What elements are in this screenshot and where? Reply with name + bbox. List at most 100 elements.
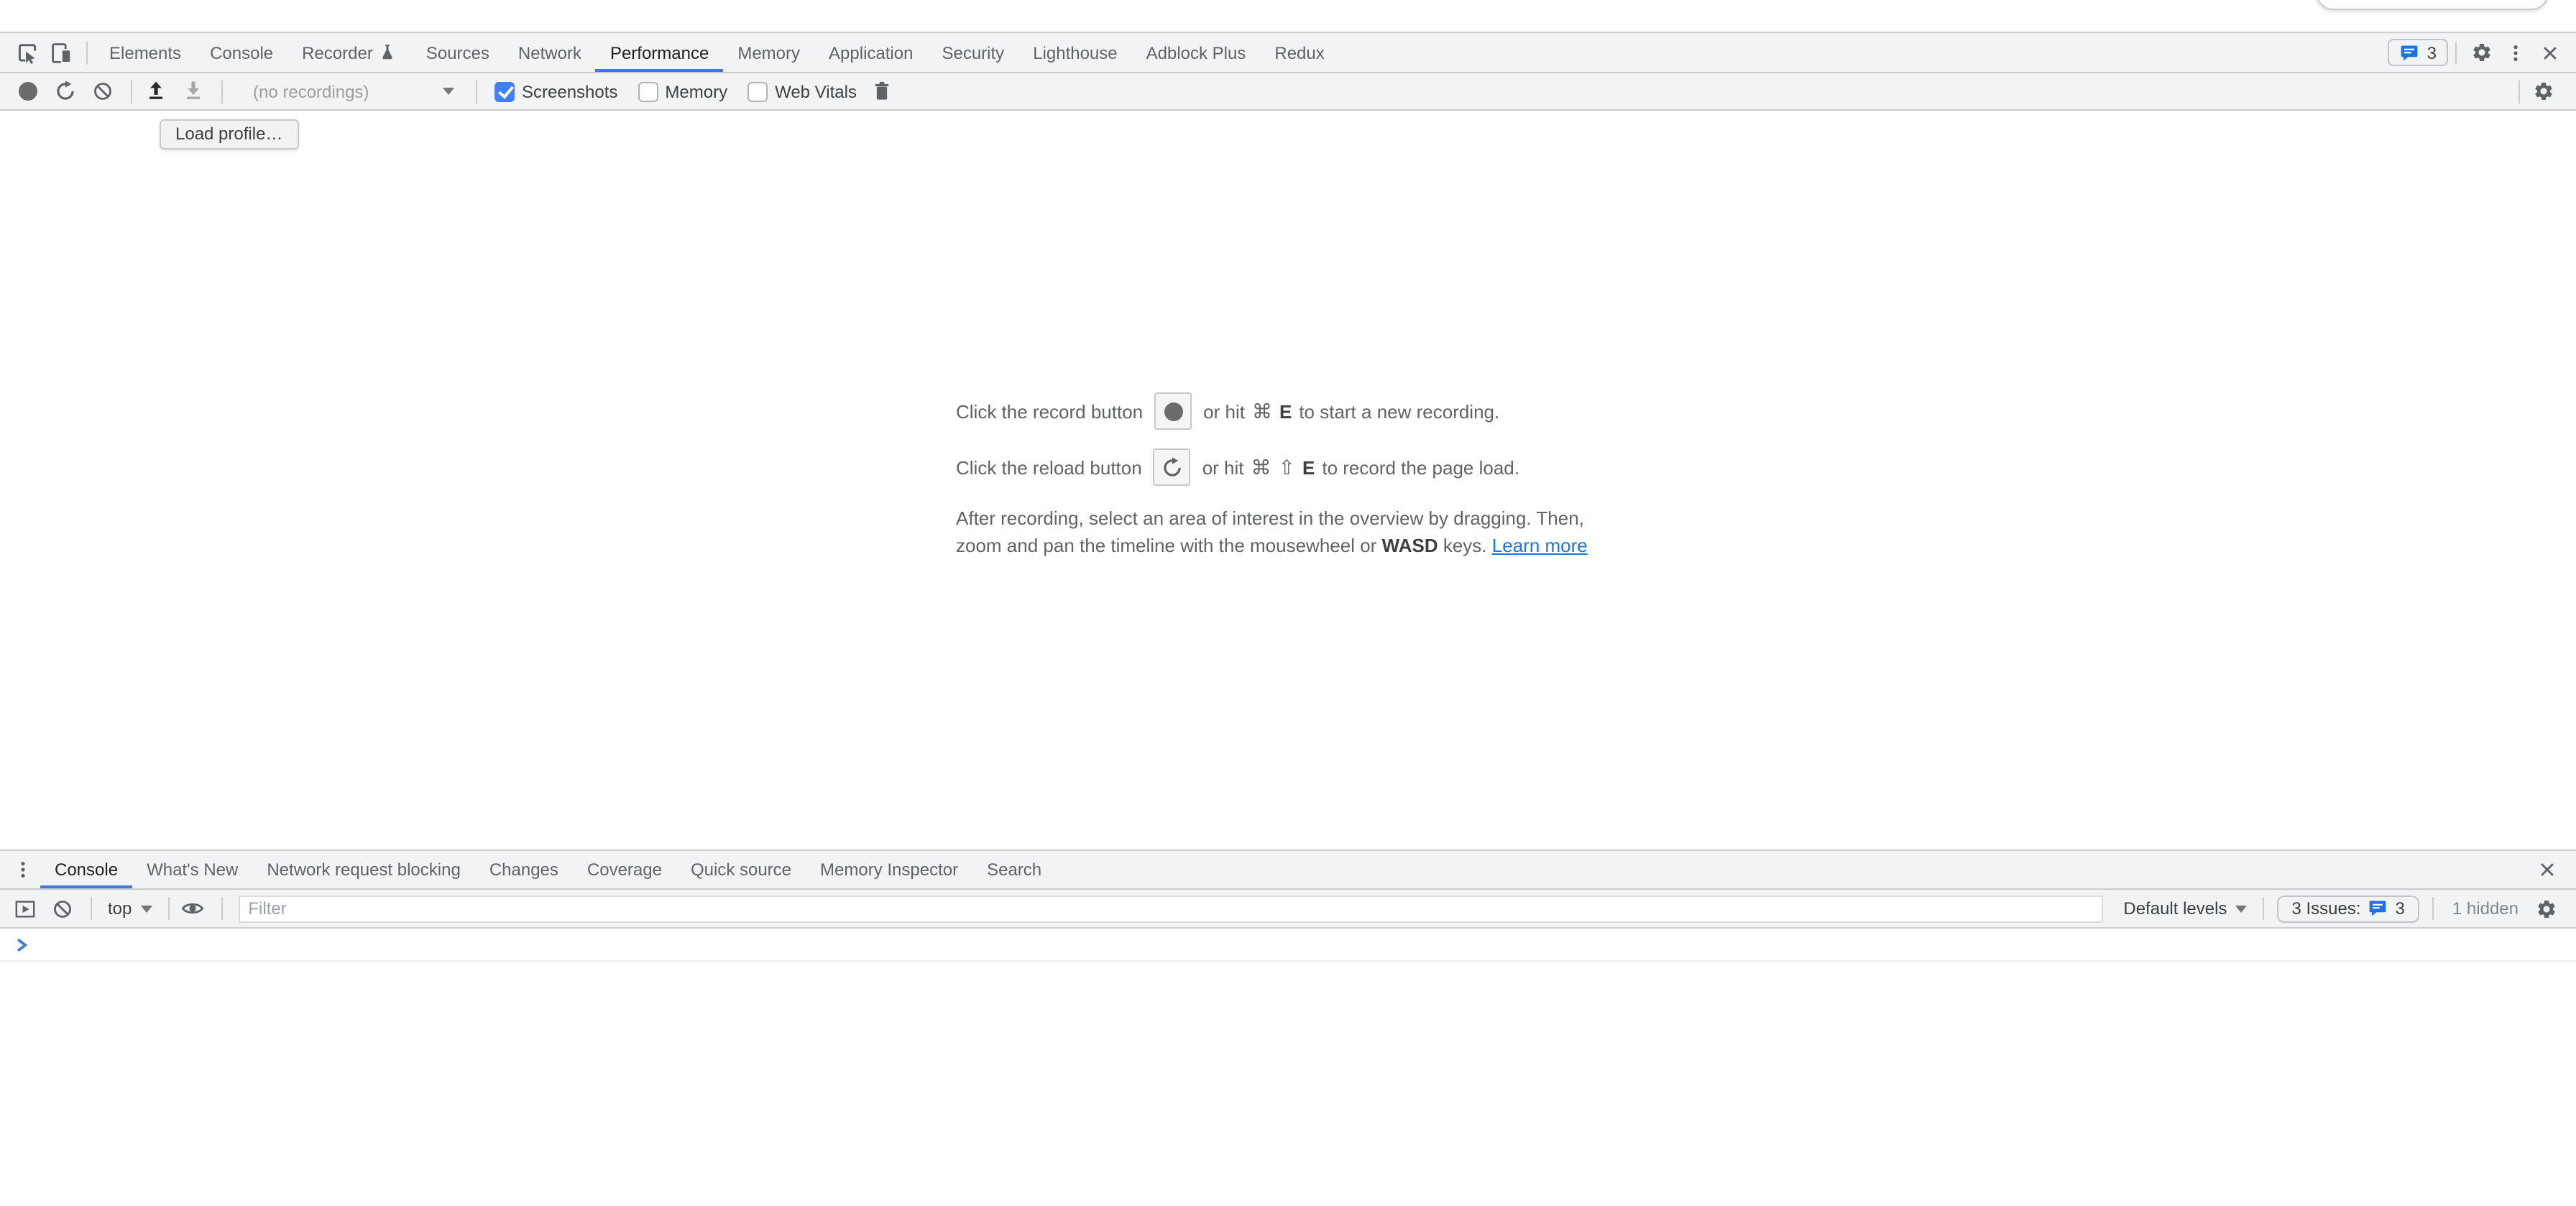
separator [167, 897, 169, 920]
drawer-tab-network-request-blocking[interactable]: Network request blocking [252, 851, 474, 888]
separator [221, 80, 223, 103]
chevron-down-icon [2235, 905, 2247, 912]
wasd-keys-text: WASD [1382, 535, 1438, 556]
tab-console[interactable]: Console [196, 33, 288, 72]
console-filter-input[interactable] [238, 895, 2103, 922]
close-drawer-button[interactable] [2530, 860, 2564, 880]
tab-recorder[interactable]: Recorder [288, 33, 412, 72]
separator [2263, 897, 2264, 920]
hidden-messages-label: 1 hidden [2452, 898, 2518, 919]
delete-recording-button[interactable] [867, 75, 898, 107]
drawer-tab-changes[interactable]: Changes [475, 851, 573, 888]
tab-performance[interactable]: Performance [596, 33, 723, 72]
settings-button[interactable] [2464, 42, 2498, 63]
drawer-tab-coverage[interactable]: Coverage [573, 851, 676, 888]
experiment-flask-icon [379, 43, 397, 62]
load-profile-button[interactable] [139, 75, 171, 107]
learn-more-link[interactable]: Learn more [1492, 535, 1588, 556]
reload-and-record-button[interactable] [49, 75, 80, 107]
tab-redux[interactable]: Redux [1260, 33, 1338, 72]
clear-console-button[interactable] [46, 893, 78, 924]
tab-label: Console [55, 860, 118, 880]
drawer-tab-console[interactable]: Console [40, 851, 132, 888]
sidebar-toggle-icon [14, 898, 35, 919]
recordings-dropdown[interactable]: (no recordings) [236, 77, 463, 106]
e-key-symbol: E [1279, 400, 1292, 422]
usage-paragraph: After recording, select an area of inter… [956, 505, 1620, 559]
tab-adblock-plus[interactable]: Adblock Plus [1132, 33, 1261, 72]
tab-memory[interactable]: Memory [723, 33, 814, 72]
gear-icon [2532, 80, 2554, 102]
log-levels-value: Default levels [2123, 898, 2227, 919]
tab-label: Lighthouse [1033, 42, 1117, 63]
performance-toolbar: (no recordings) Screenshots Memory Web V… [0, 73, 2576, 111]
instruction-text: to record the page load. [1322, 456, 1519, 478]
drawer-menu-button[interactable] [6, 851, 40, 888]
cmd-key-symbol: ⌘ [1252, 399, 1272, 423]
tab-application[interactable]: Application [814, 33, 927, 72]
record-button[interactable] [12, 75, 43, 107]
more-options-button[interactable] [2498, 42, 2533, 63]
console-sidebar-toggle-button[interactable] [9, 893, 40, 924]
close-icon [2540, 42, 2560, 63]
drawer-right-controls [2530, 851, 2576, 888]
drawer-tab-whats-new[interactable]: What's New [132, 851, 252, 888]
javascript-context-dropdown[interactable]: top [99, 898, 160, 919]
tab-sources[interactable]: Sources [412, 33, 504, 72]
record-icon [18, 82, 37, 101]
tab-elements[interactable]: Elements [95, 33, 196, 72]
clear-button[interactable] [86, 75, 118, 107]
capture-settings-button[interactable] [2527, 75, 2559, 107]
issues-counter-button[interactable]: 3 [2388, 39, 2448, 66]
tab-label: Coverage [587, 860, 662, 880]
console-settings-button[interactable] [2530, 893, 2562, 924]
paragraph-text: keys. [1443, 535, 1487, 556]
drawer-tab-quick-source[interactable]: Quick source [676, 851, 806, 888]
tab-label: Application [829, 42, 913, 63]
tab-label: Security [942, 42, 1004, 63]
tab-network[interactable]: Network [504, 33, 596, 72]
drawer-tab-search[interactable]: Search [972, 851, 1056, 888]
close-devtools-button[interactable] [2533, 42, 2567, 63]
device-toolbar-button[interactable] [45, 33, 79, 72]
e-key-symbol: E [1302, 456, 1315, 478]
instruction-text: to start a new recording. [1299, 400, 1499, 422]
browser-top-strip [0, 0, 2576, 32]
inspect-element-button[interactable] [10, 33, 45, 72]
trash-icon [872, 80, 893, 102]
tab-label: Changes [489, 860, 558, 880]
issues-chat-icon [2400, 42, 2420, 63]
devtools-tabbar: Elements Console Recorder Sources Networ… [0, 32, 2576, 73]
issues-chat-icon [2368, 898, 2388, 919]
performance-landing-instructions: Click the record button or hit ⌘ E to st… [956, 392, 1620, 559]
checkbox-unchecked-icon [638, 81, 658, 101]
drawer-tab-memory-inspector[interactable]: Memory Inspector [806, 851, 972, 888]
download-icon [182, 80, 203, 102]
tab-label: Redux [1274, 42, 1324, 63]
record-button-illustration [1154, 392, 1192, 430]
tab-lighthouse[interactable]: Lighthouse [1018, 33, 1131, 72]
screenshots-checkbox[interactable]: Screenshots [494, 81, 617, 101]
tab-label: Sources [426, 42, 489, 63]
tab-label: Elements [109, 42, 181, 63]
record-instruction-line: Click the record button or hit ⌘ E to st… [956, 392, 1620, 430]
console-toolbar: top Default levels 3 Issues: [0, 890, 2576, 929]
reload-instruction-line: Click the reload button or hit ⌘ ⇧ E to … [956, 448, 1620, 486]
instruction-text: or hit [1202, 456, 1244, 478]
web-vitals-checkbox[interactable]: Web Vitals [748, 81, 857, 101]
console-prompt-icon [14, 936, 30, 952]
tab-label: Adblock Plus [1146, 42, 1246, 63]
memory-checkbox[interactable]: Memory [638, 81, 727, 101]
tab-security[interactable]: Security [927, 33, 1018, 72]
save-profile-button[interactable] [177, 75, 208, 107]
close-icon [2537, 860, 2557, 880]
live-expression-button[interactable] [176, 893, 208, 924]
console-issues-button[interactable]: 3 Issues: 3 [2277, 895, 2419, 922]
separator [131, 80, 132, 103]
devtools-window: Elements Console Recorder Sources Networ… [0, 0, 2576, 1206]
tabbar-right-controls: 3 [2388, 33, 2576, 72]
console-messages-area [0, 929, 2576, 1206]
console-prompt-row[interactable] [0, 929, 2576, 962]
separator [86, 41, 88, 64]
log-levels-dropdown[interactable]: Default levels [2115, 898, 2255, 919]
